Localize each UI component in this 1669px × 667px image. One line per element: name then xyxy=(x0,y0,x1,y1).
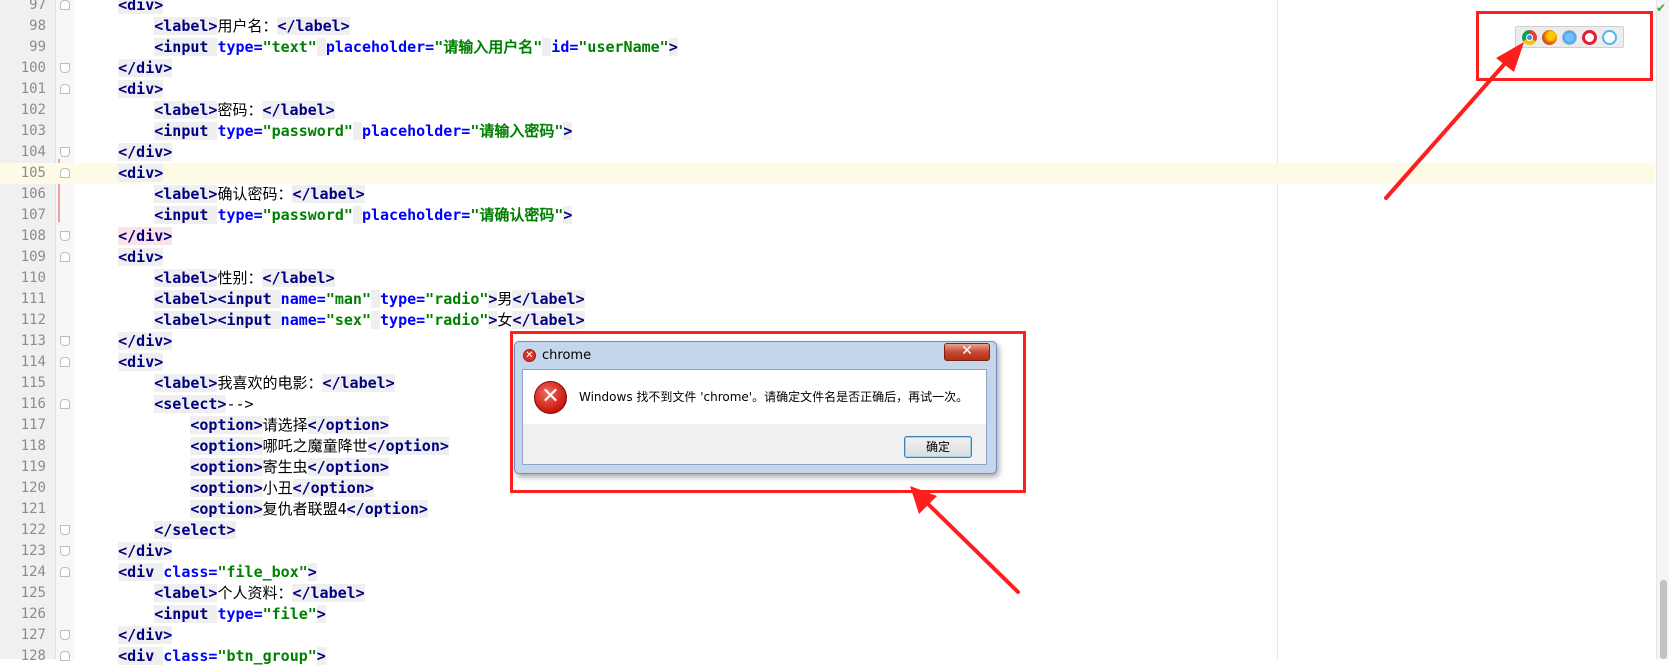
annotation-arrows xyxy=(910,42,1524,594)
annotation-arrow-to-toolbar xyxy=(1384,42,1524,200)
annotation-arrow-to-dialog xyxy=(910,486,1020,594)
